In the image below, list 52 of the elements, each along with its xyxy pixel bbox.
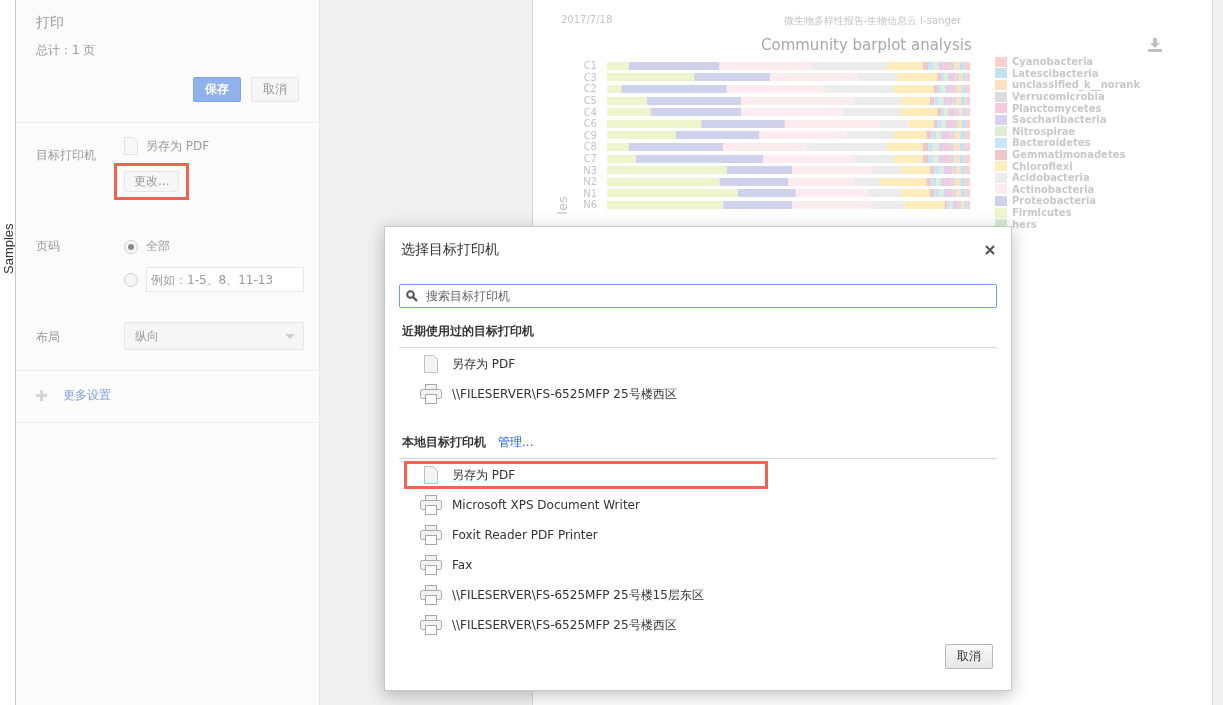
printer-item[interactable]: 另存为 PDF bbox=[403, 349, 769, 379]
row-label: C8 bbox=[582, 141, 598, 153]
option-label: 全部 bbox=[146, 238, 170, 255]
cancel-button[interactable]: 取消 bbox=[945, 644, 993, 669]
printer-item[interactable]: \\FILESERVER\FS-6525MFP 25号楼15层东区 bbox=[403, 580, 769, 610]
printer-item[interactable]: \\FILESERVER\FS-6525MFP 25号楼西区 bbox=[403, 610, 769, 640]
printer-item[interactable]: \\FILESERVER\FS-6525MFP 25号楼西区 bbox=[403, 379, 769, 409]
printer-item[interactable]: Microsoft XPS Document Writer bbox=[403, 490, 769, 520]
row-label: C6 bbox=[582, 118, 598, 130]
field-label: 布局 bbox=[36, 329, 61, 346]
field-label: 目标打印机 bbox=[36, 147, 97, 164]
report-date: 2017/7/18 bbox=[561, 14, 613, 27]
row-label: N1 bbox=[582, 187, 598, 199]
printer-icon bbox=[420, 525, 442, 545]
row-label: C5 bbox=[582, 95, 598, 107]
field-label: 页码 bbox=[36, 238, 61, 255]
row-label: C4 bbox=[582, 106, 598, 118]
row-label: C3 bbox=[582, 71, 598, 83]
printer-item[interactable]: Fax bbox=[403, 550, 769, 580]
printer-icon bbox=[420, 585, 442, 605]
section-title: 本地目标打印机 bbox=[402, 434, 486, 451]
row-label: C9 bbox=[582, 129, 598, 141]
dialog-title: 选择目标打印机 bbox=[401, 241, 499, 259]
caret-icon bbox=[285, 333, 295, 339]
panel-title: 打印 bbox=[36, 14, 64, 32]
chart-title: Community barplot analysis bbox=[761, 36, 972, 54]
printer-item[interactable]: 另存为 PDF bbox=[403, 460, 769, 490]
row-label: C7 bbox=[582, 153, 598, 165]
row-label: N2 bbox=[582, 176, 598, 188]
printer-icon bbox=[420, 555, 442, 575]
row-label: C1 bbox=[582, 60, 598, 72]
document-icon bbox=[424, 466, 438, 484]
printer-item[interactable]: Foxit Reader PDF Printer bbox=[403, 520, 769, 550]
section-title: 近期使用过的目标打印机 bbox=[402, 323, 534, 340]
destination-name: 另存为 PDF bbox=[146, 137, 210, 155]
page-range-field[interactable]: 例如：1-5、8、11-13 bbox=[146, 267, 304, 292]
page-count: 总计：1 页 bbox=[36, 42, 96, 59]
axis-label: Samples bbox=[2, 222, 15, 274]
document-icon bbox=[424, 355, 438, 373]
radio-button[interactable] bbox=[124, 272, 138, 287]
radio-button[interactable] bbox=[124, 239, 138, 254]
printer-icon bbox=[420, 495, 442, 515]
download-icon[interactable] bbox=[1148, 38, 1162, 52]
plus-icon bbox=[36, 390, 47, 401]
printer-icon bbox=[420, 384, 442, 404]
manage-link[interactable]: 管理... bbox=[498, 434, 534, 451]
search-field[interactable]: 搜索目标打印机 bbox=[399, 284, 997, 308]
axis-label: les bbox=[554, 196, 570, 215]
row-label: C2 bbox=[582, 83, 598, 95]
printer-icon bbox=[420, 615, 442, 635]
row-label: N3 bbox=[582, 164, 598, 176]
document-icon bbox=[124, 137, 138, 155]
